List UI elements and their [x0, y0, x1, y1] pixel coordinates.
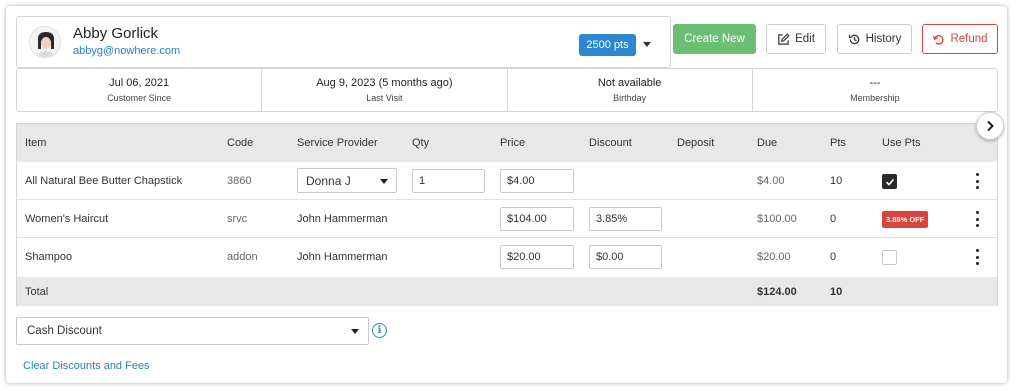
- header-price: Price: [500, 137, 526, 149]
- row-pts: 0: [830, 251, 837, 263]
- use-pts-checkbox[interactable]: [882, 250, 897, 265]
- price-input[interactable]: $20.00: [500, 245, 574, 269]
- customer-avatar: [29, 26, 61, 58]
- service-provider-select[interactable]: Donna J: [297, 168, 397, 193]
- row-item: Women's Haircut: [25, 212, 109, 225]
- header-pts: Pts: [830, 137, 846, 149]
- row-more-icon[interactable]: [972, 211, 982, 227]
- membership-label: Membership: [850, 93, 900, 103]
- points-badge[interactable]: 2500 pts: [579, 34, 636, 56]
- create-new-label: Create New: [684, 33, 745, 45]
- birthday-cell: Not available Birthday: [508, 69, 753, 111]
- row-due: $4.00: [757, 174, 785, 187]
- discount-input[interactable]: 3.85%: [589, 207, 662, 231]
- pencil-square-icon: [778, 32, 790, 45]
- checkmark-icon: [885, 178, 894, 186]
- row-more-icon[interactable]: [972, 249, 982, 265]
- table-total-row: Total $124.00 10: [17, 277, 997, 306]
- last-visit-label: Last Visit: [366, 93, 403, 103]
- header-due: Due: [757, 137, 778, 149]
- customer-since-cell: Jul 06, 2021 Customer Since: [17, 69, 263, 111]
- row-item: All Natural Bee Butter Chapstick: [25, 174, 183, 187]
- edit-label: Edit: [795, 33, 815, 45]
- customer-info-strip: Jul 06, 2021 Customer Since Aug 9, 2023 …: [16, 68, 998, 112]
- history-label: History: [865, 33, 902, 45]
- header-deposit: Deposit: [677, 137, 715, 149]
- avatar-image: [30, 27, 60, 57]
- discount-input[interactable]: $0.00: [589, 245, 662, 269]
- checkout-panel: Abby Gorlick abbyg@nowhere.com 2500 pts …: [6, 6, 1007, 383]
- row-due: $100.00: [757, 212, 797, 225]
- birthday-value: Not available: [597, 77, 662, 89]
- price-input[interactable]: $104.00: [500, 207, 574, 231]
- row-more-icon[interactable]: [972, 173, 982, 189]
- row-item: Shampoo: [25, 251, 73, 263]
- table-row: Shampoo addon John Hammerman $20.00 $0.0…: [17, 238, 997, 276]
- table-header: Item Code Service Provider Qty Price Dis…: [17, 124, 997, 162]
- header-qty: Qty: [412, 137, 430, 149]
- membership-value: ---: [869, 77, 881, 89]
- use-pts-checkbox[interactable]: [882, 174, 897, 189]
- header-item: Item: [25, 137, 47, 149]
- scroll-right-button[interactable]: [976, 112, 1004, 140]
- table-row: Women's Haircut srvc John Hammerman $104…: [17, 200, 997, 238]
- customer-email[interactable]: abbyg@nowhere.com: [73, 45, 180, 57]
- row-provider: John Hammerman: [297, 212, 388, 225]
- total-due: $124.00: [757, 285, 797, 298]
- price-input[interactable]: $4.00: [500, 169, 574, 193]
- row-code: 3860: [227, 174, 252, 187]
- row-code: srvc: [227, 212, 248, 225]
- discount-off-badge: 3.85% OFF: [882, 211, 929, 228]
- row-provider: John Hammerman: [297, 251, 388, 263]
- row-due: $20.00: [757, 251, 791, 263]
- row-code: addon: [227, 251, 258, 263]
- row-pts: 0: [830, 212, 837, 225]
- header-code: Code: [227, 137, 254, 149]
- chevron-right-icon: [987, 120, 994, 132]
- last-visit-cell: Aug 9, 2023 (5 months ago) Last Visit: [262, 69, 508, 111]
- table-row: All Natural Bee Butter Chapstick 3860 Do…: [17, 162, 997, 200]
- birthday-label: Birthday: [613, 93, 647, 103]
- edit-button[interactable]: Edit: [766, 24, 826, 54]
- discount-select-value: Cash Discount: [27, 325, 102, 337]
- total-pts: 10: [830, 285, 843, 298]
- history-button[interactable]: History: [837, 24, 912, 54]
- last-visit-value: Aug 9, 2023 (5 months ago): [316, 77, 453, 89]
- undo-arrow-icon: [933, 34, 945, 45]
- clear-discounts-link[interactable]: Clear Discounts and Fees: [23, 360, 150, 372]
- info-icon[interactable]: i: [372, 323, 387, 338]
- discount-select[interactable]: Cash Discount: [16, 317, 369, 345]
- points-dropdown-caret-icon[interactable]: [643, 42, 651, 47]
- refund-label: Refund: [950, 33, 988, 45]
- customer-since-label: Customer Since: [107, 93, 172, 103]
- qty-input[interactable]: 1: [412, 169, 485, 193]
- create-new-button[interactable]: Create New: [673, 24, 756, 54]
- customer-header: Abby Gorlick abbyg@nowhere.com 2500 pts: [16, 16, 671, 68]
- membership-cell: --- Membership: [753, 69, 997, 111]
- header-use-pts: Use Pts: [882, 137, 921, 149]
- total-label: Total: [25, 285, 49, 298]
- customer-since-value: Jul 06, 2021: [109, 77, 170, 89]
- chevron-down-icon: [380, 179, 388, 184]
- chevron-down-icon: [351, 329, 359, 334]
- customer-name: Abby Gorlick: [73, 25, 159, 42]
- line-items-table: Item Code Service Provider Qty Price Dis…: [16, 123, 998, 306]
- service-provider-value: Donna J: [306, 173, 351, 188]
- header-discount: Discount: [589, 137, 632, 149]
- history-clock-icon: [848, 34, 859, 44]
- refund-button[interactable]: Refund: [922, 24, 998, 54]
- header-service-provider: Service Provider: [297, 137, 378, 149]
- row-pts: 10: [830, 174, 843, 187]
